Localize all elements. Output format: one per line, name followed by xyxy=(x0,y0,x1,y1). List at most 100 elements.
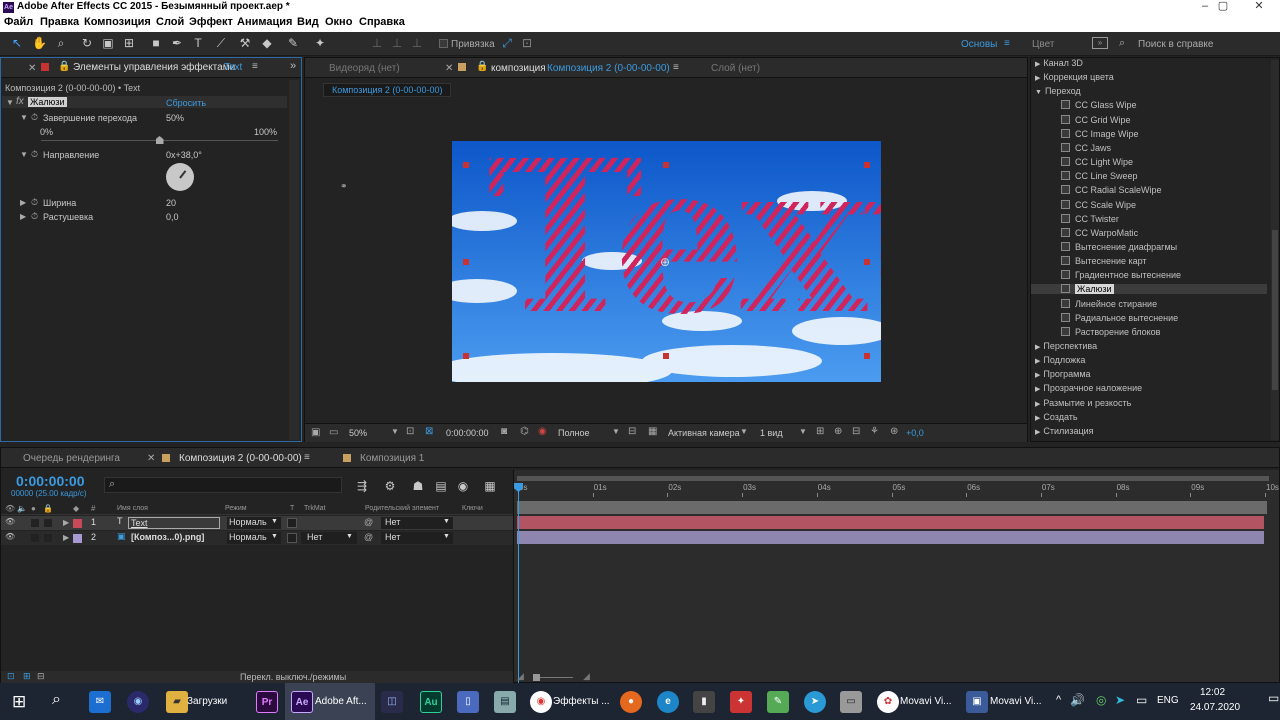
taskbar-downloads[interactable]: Загрузки xyxy=(187,689,227,715)
eye-icon[interactable]: 👁 xyxy=(5,504,15,513)
effect-category[interactable]: ▶ Программа xyxy=(1035,369,1091,379)
col-t[interactable]: T xyxy=(290,505,294,512)
workspace-basics[interactable]: Основы xyxy=(961,39,997,50)
comp-mini-flowchart-icon[interactable]: ⇶ xyxy=(355,479,369,493)
menu-view[interactable]: Вид xyxy=(297,16,319,28)
flowchart-icon[interactable]: ⚘ xyxy=(870,426,879,437)
category-expand-triangle[interactable]: ▶ xyxy=(1035,75,1040,82)
time-ruler[interactable]: 0s 01s 02s 03s 04s 05s 06s 07s 08s 09s 10s xyxy=(514,483,1280,497)
effect-item[interactable]: Жалюзи xyxy=(1031,284,1267,295)
effect-item[interactable]: CC Glass Wipe xyxy=(1061,100,1137,110)
tab-footage[interactable]: Видеоряд (нет) xyxy=(329,63,400,74)
search-icon[interactable]: ⌕ xyxy=(52,691,61,709)
layer-name[interactable]: [Композ...0).png] xyxy=(131,532,204,542)
tab-layer[interactable]: Слой (нет) xyxy=(711,63,760,74)
fx-icon[interactable]: fx xyxy=(16,96,24,107)
trkmat-select[interactable] xyxy=(301,517,359,529)
effect-item[interactable]: Вытеснение карт xyxy=(1061,256,1147,266)
category-expand-triangle[interactable]: ▶ xyxy=(1035,61,1040,68)
close-button[interactable]: ✕ xyxy=(1244,0,1274,14)
effect-expand-triangle[interactable]: ▼ xyxy=(6,98,14,107)
category-expand-triangle[interactable]: ▼ xyxy=(1035,89,1042,96)
category-expand-triangle[interactable]: ▶ xyxy=(1035,401,1040,408)
menu-help[interactable]: Справка xyxy=(359,16,405,28)
graph-editor-icon[interactable]: ▦ xyxy=(483,479,497,493)
effect-category[interactable]: ▶ Прозрачное наложение xyxy=(1035,383,1142,393)
maximize-button[interactable]: ▢ xyxy=(1208,0,1238,14)
views-select[interactable]: 1 вид xyxy=(760,428,783,438)
solo-toggle[interactable] xyxy=(31,534,39,542)
hand-tool-icon[interactable]: ✋ xyxy=(32,36,47,50)
close-tab-icon[interactable]: ✕ xyxy=(445,63,453,74)
category-expand-triangle[interactable]: ▶ xyxy=(1035,415,1040,422)
brush-tool-icon[interactable]: ⟋ xyxy=(214,36,228,50)
composition-canvas[interactable]: Text ⊕ xyxy=(452,141,881,382)
preserve-transparency-toggle[interactable] xyxy=(287,533,297,543)
layer-search-input[interactable]: ⌕ xyxy=(104,477,342,493)
lock-icon[interactable]: 🔒 xyxy=(43,504,53,513)
effect-name[interactable]: Жалюзи xyxy=(28,97,67,107)
comp-text-layer[interactable]: Text xyxy=(487,141,881,353)
anchor-point-icon[interactable]: ⊕ xyxy=(660,255,670,269)
clone-stamp-tool-icon[interactable]: ⚒ xyxy=(238,36,252,50)
lock-toggle[interactable] xyxy=(44,519,52,527)
eraser-tool-icon[interactable]: ◆ xyxy=(260,36,274,50)
col-layer-name[interactable]: Имя слоя xyxy=(117,505,148,512)
zoom-out-icon[interactable]: ◢ xyxy=(517,671,524,682)
tool-icon[interactable]: ✦ xyxy=(730,691,752,713)
effect-category[interactable]: ▶ Стилизация xyxy=(1035,426,1094,436)
draft-3d-icon[interactable]: ⚙ xyxy=(383,479,397,493)
drive-icon[interactable]: ▭ xyxy=(840,691,862,713)
effects-scrollbar-thumb[interactable] xyxy=(1272,230,1278,390)
edge-icon[interactable]: e xyxy=(657,691,679,713)
camera-tool-icon[interactable]: ▣ xyxy=(101,36,115,50)
effect-category[interactable]: ▶ Создать xyxy=(1035,412,1078,422)
viewer-timecode[interactable]: 0:00:00:00 xyxy=(446,428,489,438)
tray-telegram-icon[interactable]: ➤ xyxy=(1115,693,1125,707)
layer-name[interactable]: Text xyxy=(128,517,220,529)
effect-item[interactable]: CC Twister xyxy=(1061,213,1119,224)
panel-menu-icon[interactable]: ≡ xyxy=(252,61,258,72)
bbox-handle[interactable] xyxy=(864,353,870,359)
menu-file[interactable]: Файл xyxy=(4,16,33,28)
transparency-grid-icon[interactable]: ⊠ xyxy=(425,426,433,437)
effect-item[interactable]: CC Grid Wipe xyxy=(1061,114,1131,125)
effect-item[interactable]: Растворение блоков xyxy=(1061,326,1160,337)
tab-composition-prefix[interactable]: композиция xyxy=(491,63,546,74)
pick-whip-icon[interactable]: @ xyxy=(364,517,373,527)
pan-behind-tool-icon[interactable]: ⊞ xyxy=(122,36,136,50)
zoom-in-icon[interactable]: ◢ xyxy=(583,671,590,682)
clock-date[interactable]: 24.07.2020 xyxy=(1190,702,1240,713)
snap-options-icon[interactable]: ⤢ xyxy=(500,36,514,50)
timeline-timecode[interactable]: 0:00:00:00 xyxy=(16,473,85,489)
workspace-menu-icon[interactable]: ≡ xyxy=(1004,38,1010,49)
notifications-icon[interactable]: ▭ xyxy=(1268,691,1279,705)
zoom-slider-thumb[interactable] xyxy=(533,674,540,681)
solo-icon[interactable]: ● xyxy=(31,504,36,513)
speaker-icon[interactable]: 🔊 xyxy=(1070,693,1085,707)
bbox-handle[interactable] xyxy=(463,162,469,168)
telegram-icon[interactable]: ➤ xyxy=(804,691,826,713)
paint-icon[interactable]: ✎ xyxy=(767,691,789,713)
col-keys[interactable]: Ключи xyxy=(462,505,483,512)
transition-expand-triangle[interactable]: ▼ xyxy=(20,113,28,122)
movie-icon[interactable]: ◫ xyxy=(381,691,403,713)
close-tab-icon[interactable]: ✕ xyxy=(28,63,36,74)
category-expand-triangle[interactable]: ▶ xyxy=(1035,358,1040,365)
effect-category[interactable]: ▶ Размытие и резкость xyxy=(1035,398,1131,408)
effect-category[interactable]: ▶ Перспектива xyxy=(1035,341,1097,351)
toggle-switches-modes[interactable]: Перекл. выключ./режимы xyxy=(240,672,346,682)
network-icon[interactable]: ▭ xyxy=(1136,693,1147,707)
effect-category[interactable]: ▶ Коррекция цвета xyxy=(1035,72,1114,82)
menu-window[interactable]: Окно xyxy=(325,16,352,28)
always-preview-icon[interactable]: ▣ xyxy=(311,427,320,438)
close-tab-icon[interactable]: ✕ xyxy=(147,453,155,464)
resolution-select[interactable]: Полное xyxy=(558,428,590,438)
usb-icon[interactable]: ▮ xyxy=(693,691,715,713)
help-search-input[interactable]: Поиск в справке xyxy=(1138,39,1213,50)
effect-item[interactable]: Вытеснение диафрагмы xyxy=(1061,241,1177,252)
menu-effect[interactable]: Эффект xyxy=(189,16,233,28)
region-of-interest-icon[interactable]: ⊟ xyxy=(628,426,636,437)
effect-category[interactable]: ▶ Подложка xyxy=(1035,355,1085,365)
mail-icon[interactable]: ✉ xyxy=(89,691,111,713)
